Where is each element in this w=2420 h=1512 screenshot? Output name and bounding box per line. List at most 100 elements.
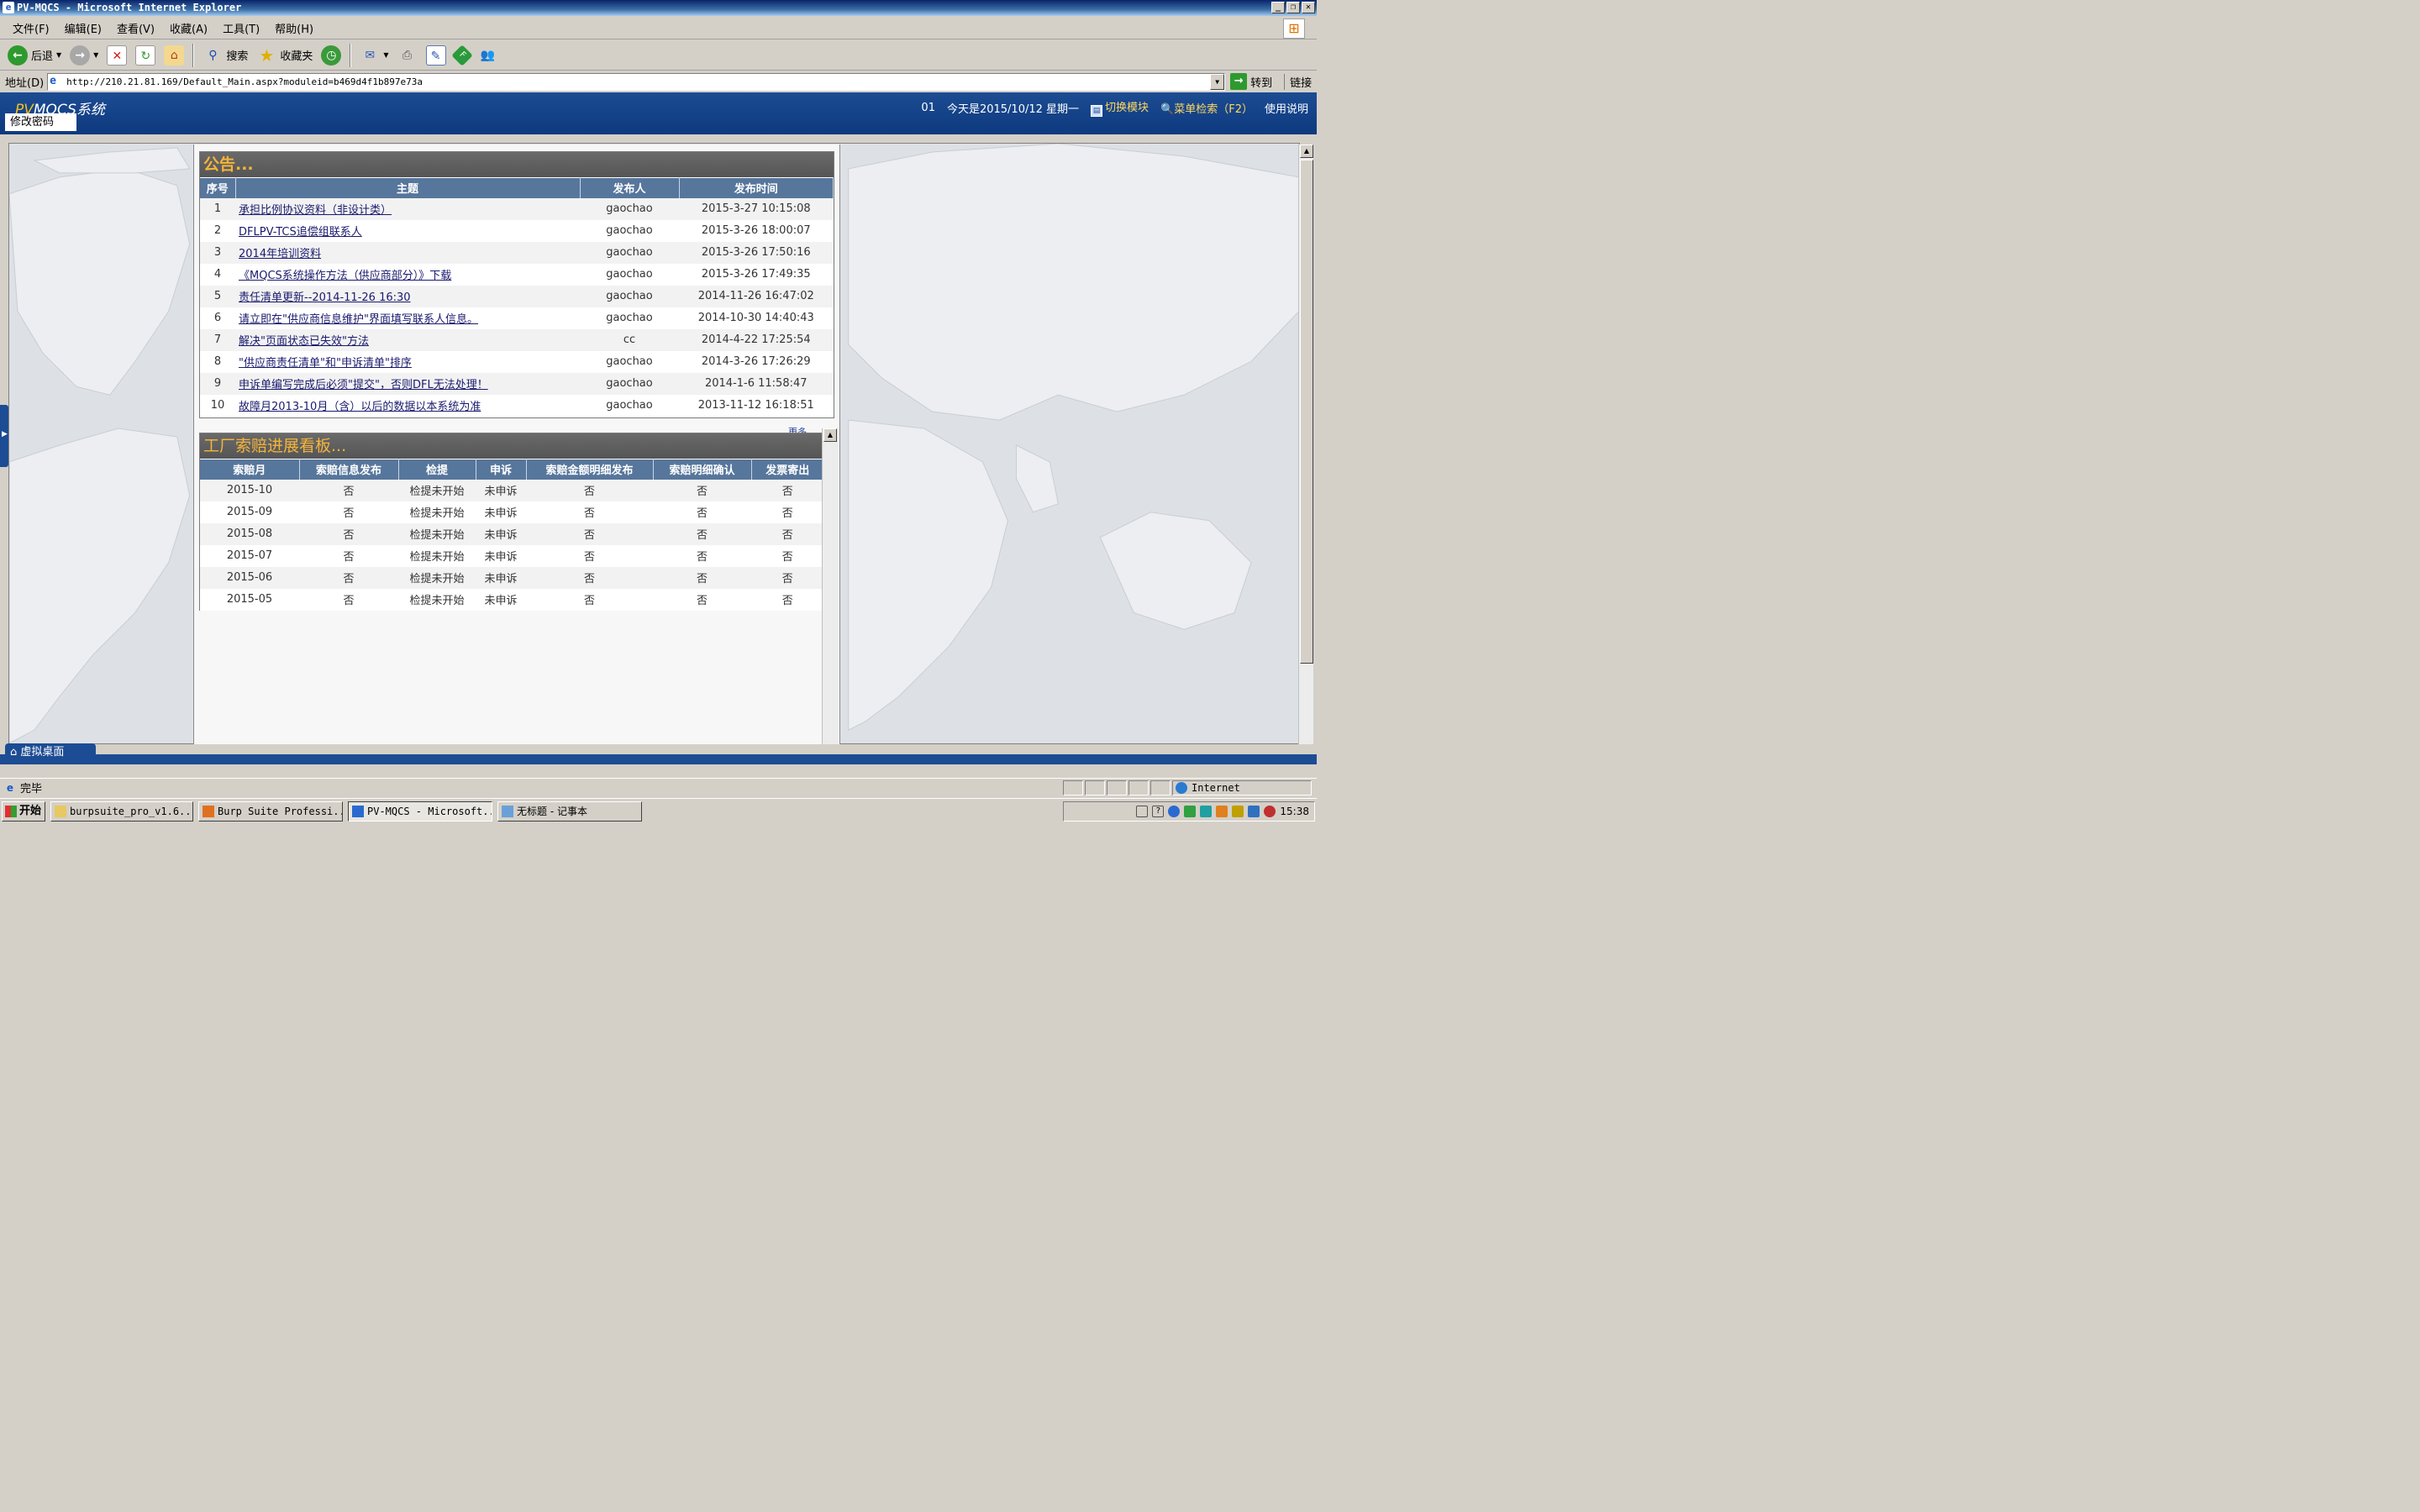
help-icon[interactable]: ? bbox=[1152, 806, 1165, 817]
col-claim-month: 索赔月 bbox=[200, 459, 300, 480]
status-cell bbox=[1063, 780, 1083, 795]
menu-help[interactable]: 帮助(H) bbox=[267, 20, 321, 36]
col-time: 发布时间 bbox=[679, 177, 834, 198]
help-link[interactable]: 使用说明 bbox=[1265, 100, 1308, 116]
forward-button[interactable]: → ▼ bbox=[67, 43, 101, 68]
monitor-icon[interactable] bbox=[1248, 806, 1260, 817]
menu-view[interactable]: 查看(V) bbox=[109, 20, 162, 36]
history-button[interactable]: ◷ bbox=[318, 43, 344, 68]
switch-module-link[interactable]: ▤ 切换模块 bbox=[1091, 98, 1149, 117]
shield-icon[interactable] bbox=[1200, 806, 1213, 817]
claim-cell: 检提未开始 bbox=[398, 479, 476, 501]
claim-row: 2015-06 否检提未开始 未申诉否否否 bbox=[200, 566, 824, 589]
notice-subject-link[interactable]: 责任清单更新--2014-11-26 16:30 bbox=[239, 291, 411, 304]
notice-no: 1 bbox=[200, 197, 235, 220]
notice-subject-link[interactable]: 故障月2013-10月（含）以后的数据以本系统为准 bbox=[239, 401, 481, 413]
main-vertical-scrollbar[interactable]: ▲ bbox=[1298, 144, 1313, 744]
address-dropdown-icon[interactable]: ▼ bbox=[1210, 73, 1225, 90]
house-icon: ⌂ bbox=[10, 746, 21, 759]
back-dropdown-icon[interactable]: ▼ bbox=[56, 51, 61, 59]
notice-subject-cell: 责任清单更新--2014-11-26 16:30 bbox=[235, 285, 580, 307]
mail-button[interactable]: ✉ ▼ bbox=[357, 43, 391, 68]
home-icon: ⌂ bbox=[164, 45, 185, 66]
task-label: 无标题 - 记事本 bbox=[517, 806, 587, 817]
network-icon[interactable] bbox=[1184, 806, 1197, 817]
claim-cell: 检提未开始 bbox=[398, 522, 476, 545]
ie-icon bbox=[352, 806, 364, 817]
window-title: PV-MQCS - Microsoft Internet Explorer bbox=[17, 2, 242, 13]
notice-subject-link[interactable]: 请立即在"供应商信息维护"界面填写联系人信息。 bbox=[239, 313, 478, 326]
home-button[interactable]: ⌂ bbox=[161, 43, 187, 68]
notice-no: 7 bbox=[200, 328, 235, 351]
close-button[interactable]: ✕ bbox=[1302, 2, 1315, 13]
notices-table: 序号 主题 发布人 发布时间 1 承担比例协议资料（非设计类） gaochao 201… bbox=[200, 177, 834, 417]
menu-file[interactable]: 文件(F) bbox=[5, 20, 57, 36]
mail-dropdown-icon[interactable]: ▼ bbox=[383, 51, 388, 59]
task-burpsuite-folder[interactable]: burpsuite_pro_v1.6.... bbox=[50, 801, 193, 822]
notice-no: 5 bbox=[200, 285, 235, 307]
refresh-button[interactable]: ↻ bbox=[133, 43, 158, 68]
go-label: 转到 bbox=[1250, 76, 1273, 90]
plugin-button[interactable]: F bbox=[450, 43, 473, 68]
windows-flag-icon bbox=[5, 806, 17, 817]
security-tray-icon[interactable] bbox=[1232, 806, 1244, 817]
forward-dropdown-icon[interactable]: ▼ bbox=[93, 51, 98, 59]
scroll-thumb[interactable] bbox=[1300, 160, 1313, 664]
notice-time: 2014-3-26 17:26:29 bbox=[679, 350, 834, 373]
menu-search-link[interactable]: 🔍菜单检索（F2） bbox=[1160, 100, 1253, 116]
claim-cell: 否 bbox=[526, 522, 653, 545]
notice-subject-link[interactable]: 申诉单编写完成后必须"提交"，否则DFL无法处理！ bbox=[239, 379, 488, 391]
minimize-button[interactable]: _ bbox=[1271, 2, 1285, 13]
notice-subject-link[interactable]: DFLPV-TCS追偿组联系人 bbox=[239, 226, 362, 239]
notice-row: 9 申诉单编写完成后必须"提交"，否则DFL无法处理！ gaochao 2014-1-… bbox=[200, 372, 834, 395]
favorites-button[interactable]: ★ 收藏夹 bbox=[254, 43, 315, 68]
antivirus-icon[interactable] bbox=[1264, 806, 1276, 817]
go-button[interactable]: → 转到 bbox=[1230, 73, 1272, 90]
notice-subject-link[interactable]: 承担比例协议资料（非设计类） bbox=[239, 204, 392, 217]
notice-time: 2014-11-26 16:47:02 bbox=[679, 285, 834, 307]
content-vertical-scrollbar[interactable]: ▲ bbox=[822, 428, 839, 744]
address-input[interactable]: e http://210.21.81.169/Default_Main.aspx… bbox=[47, 72, 1226, 91]
notice-subject-link[interactable]: "供应商责任清单"和"申诉清单"排序 bbox=[239, 357, 412, 370]
notice-no: 10 bbox=[200, 394, 235, 417]
claim-cell: 否 bbox=[526, 544, 653, 567]
toolbar-separator bbox=[192, 43, 195, 67]
menu-tools[interactable]: 工具(T) bbox=[215, 20, 267, 36]
notice-publisher: gaochao bbox=[580, 394, 679, 417]
bluetooth-icon[interactable] bbox=[1168, 806, 1181, 817]
task-burp-suite[interactable]: Burp Suite Professi... bbox=[198, 801, 343, 822]
content-scroll-up-icon[interactable]: ▲ bbox=[823, 428, 837, 442]
messenger-button[interactable]: 👥 bbox=[476, 43, 501, 68]
print-button[interactable]: ⎙ bbox=[395, 43, 420, 68]
task-notepad[interactable]: 无标题 - 记事本 bbox=[497, 801, 642, 822]
notice-publisher: gaochao bbox=[580, 307, 679, 329]
search-button[interactable]: ⚲ 搜索 bbox=[200, 43, 250, 68]
notice-publisher: gaochao bbox=[580, 350, 679, 373]
notice-subject-link[interactable]: 解决"页面状态已失效"方法 bbox=[239, 335, 369, 348]
virtual-desktop-label: 虚拟桌面 bbox=[20, 746, 65, 759]
stop-button[interactable]: ✕ bbox=[104, 43, 129, 68]
page-icon: e bbox=[50, 75, 56, 87]
edit-button[interactable]: ✎ bbox=[424, 43, 449, 68]
notice-row: 1 承担比例协议资料（非设计类） gaochao 2015-3-27 10:15:08 bbox=[200, 197, 834, 220]
left-collapse-handle[interactable]: ▶ bbox=[0, 405, 8, 467]
menu-favorites[interactable]: 收藏(A) bbox=[162, 20, 215, 36]
notice-subject-link[interactable]: 2014年培训资料 bbox=[239, 248, 321, 260]
virtual-desktop-tab[interactable]: ⌂ 虚拟桌面 bbox=[5, 743, 96, 762]
keyboard-icon[interactable] bbox=[1136, 806, 1149, 817]
notice-subject-link[interactable]: 《MQCS系统操作方法（供应商部分）》下载 bbox=[239, 270, 451, 282]
links-button[interactable]: 链接 bbox=[1284, 73, 1312, 90]
scroll-up-icon[interactable]: ▲ bbox=[1300, 144, 1313, 158]
claim-cell: 否 bbox=[751, 588, 824, 611]
back-button[interactable]: ← 后退 ▼ bbox=[5, 43, 64, 68]
app-tray-icon[interactable] bbox=[1216, 806, 1228, 817]
restore-button[interactable]: ❐ bbox=[1286, 2, 1300, 13]
menu-edit[interactable]: 编辑(E) bbox=[57, 20, 109, 36]
task-ie-pvmqcs[interactable]: PV-MQCS - Microsoft... bbox=[348, 801, 492, 822]
user-id: 01 bbox=[921, 101, 935, 114]
change-password-tab[interactable]: 修改密码 bbox=[5, 113, 76, 132]
claim-row: 2015-07 否检提未开始 未申诉否否否 bbox=[200, 544, 824, 567]
start-button[interactable]: 开始 bbox=[2, 801, 45, 822]
edit-icon: ✎ bbox=[425, 45, 446, 66]
window-title-bar: e PV-MQCS - Microsoft Internet Explorer … bbox=[0, 0, 1317, 16]
